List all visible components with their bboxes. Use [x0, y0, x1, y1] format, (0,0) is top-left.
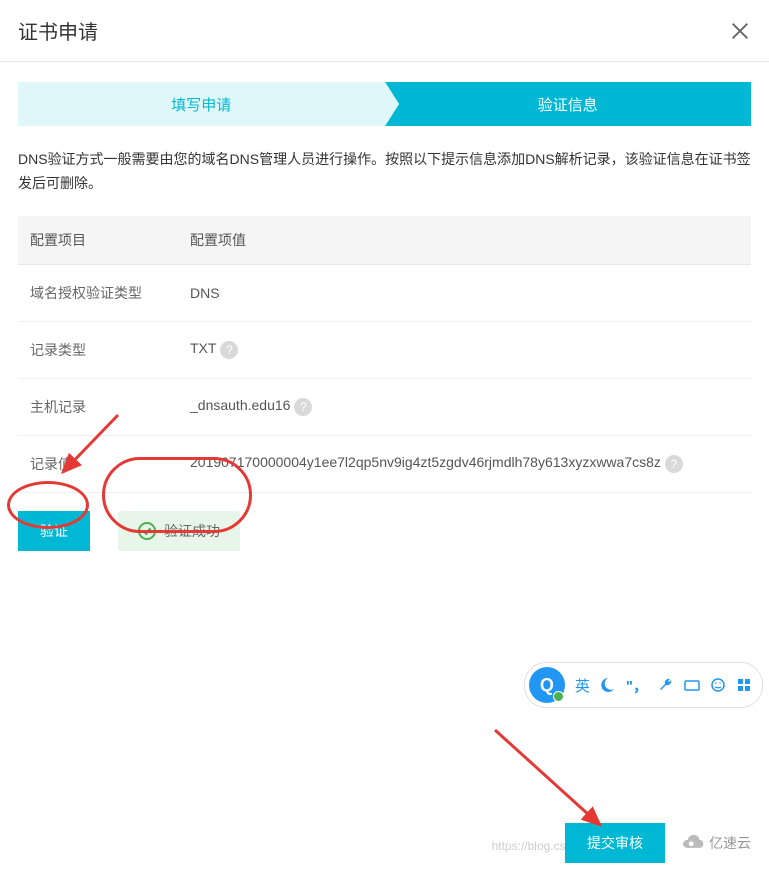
row-label: 记录值 — [18, 435, 178, 492]
grid-icon[interactable] — [736, 677, 752, 693]
help-icon[interactable]: ? — [294, 398, 312, 416]
wrench-icon[interactable] — [658, 677, 674, 693]
th-config-item: 配置项目 — [18, 216, 178, 265]
close-icon[interactable] — [729, 20, 751, 42]
annotation-arrow-2 — [480, 720, 620, 840]
moon-icon[interactable] — [600, 677, 616, 693]
success-label: 验证成功 — [164, 521, 220, 541]
table-row: 主机记录 _dnsauth.edu16? — [18, 378, 751, 435]
row-label: 记录类型 — [18, 321, 178, 378]
table-row: 记录值 201907170000004y1ee7l2qp5nv9ig4zt5zg… — [18, 435, 751, 492]
brand-label: 亿速云 — [709, 833, 751, 853]
row-value: TXT? — [178, 321, 751, 378]
description-text: DNS验证方式一般需要由您的域名DNS管理人员进行操作。按照以下提示信息添加DN… — [18, 148, 751, 196]
check-icon — [138, 522, 156, 540]
verify-success-badge: 验证成功 — [118, 511, 240, 551]
row-value: DNS — [178, 264, 751, 321]
row-label: 主机记录 — [18, 378, 178, 435]
step-1-label: 填写申请 — [171, 94, 231, 115]
step-fill-application[interactable]: 填写申请 — [18, 82, 385, 126]
step-bar: 填写申请 验证信息 — [18, 82, 751, 126]
step-2-label: 验证信息 — [538, 94, 598, 115]
submit-review-button[interactable]: 提交审核 — [565, 823, 665, 863]
help-icon[interactable]: ? — [220, 341, 238, 359]
brand-badge: 亿速云 — [679, 833, 751, 853]
config-table: 配置项目 配置项值 域名授权验证类型 DNS 记录类型 TXT? 主机记录 _d… — [18, 216, 751, 493]
dialog-title: 证书申请 — [18, 16, 98, 45]
input-method-toolbar[interactable]: Q 英 "， — [524, 662, 763, 708]
table-row: 记录类型 TXT? — [18, 321, 751, 378]
toolbar-main-icon[interactable]: Q — [529, 667, 565, 703]
table-row: 域名授权验证类型 DNS — [18, 264, 751, 321]
punctuation-icon[interactable]: "， — [626, 675, 648, 696]
help-icon[interactable]: ? — [665, 455, 683, 473]
keyboard-icon[interactable] — [684, 677, 700, 693]
cloud-icon — [679, 833, 705, 853]
row-value: 201907170000004y1ee7l2qp5nv9ig4zt5zgdv46… — [178, 435, 751, 492]
row-label: 域名授权验证类型 — [18, 264, 178, 321]
th-config-value: 配置项值 — [178, 216, 751, 265]
verify-button[interactable]: 验证 — [18, 511, 90, 551]
smile-icon[interactable] — [710, 677, 726, 693]
step-verify-info[interactable]: 验证信息 — [385, 82, 752, 126]
row-value: _dnsauth.edu16? — [178, 378, 751, 435]
toolbar-lang[interactable]: 英 — [575, 675, 590, 696]
